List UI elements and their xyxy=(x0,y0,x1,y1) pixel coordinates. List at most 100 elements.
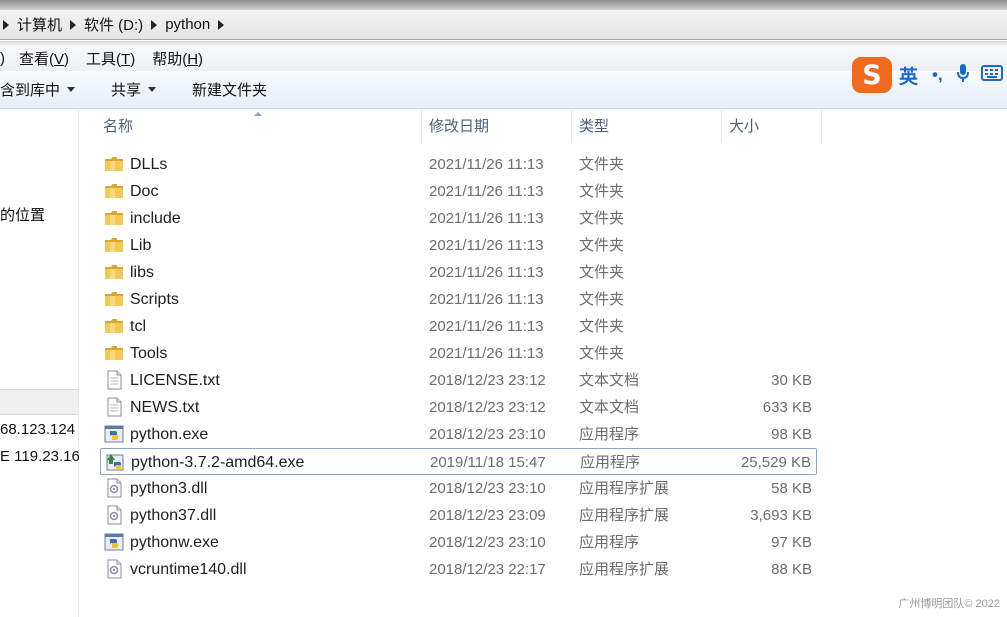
file-name[interactable]: include xyxy=(130,205,181,232)
file-row[interactable]: python3.dll 2018/12/23 23:10 应用程序扩展 58 KB xyxy=(100,475,817,502)
folder-icon xyxy=(104,289,124,309)
address-bar[interactable]: 计算机 软件 (D:) python xyxy=(0,10,1007,40)
column-header-row: 名称 修改日期 类型 大小 xyxy=(80,110,1007,143)
share-button[interactable]: 共享 xyxy=(111,79,157,100)
breadcrumb-computer[interactable]: 计算机 xyxy=(17,14,62,35)
folder-icon xyxy=(104,235,124,255)
file-type: 文本文档 xyxy=(579,372,640,389)
column-divider[interactable] xyxy=(571,110,572,143)
file-name[interactable]: tcl xyxy=(130,313,146,340)
keyboard-icon[interactable] xyxy=(980,65,1003,85)
column-header-type[interactable]: 类型 xyxy=(579,110,609,143)
include-in-library-button[interactable]: 含到库中 xyxy=(0,79,76,100)
column-header-modified[interactable]: 修改日期 xyxy=(429,110,489,143)
file-name[interactable]: pythonw.exe xyxy=(130,529,219,556)
file-name[interactable]: python37.dll xyxy=(130,502,216,529)
file-row[interactable]: python37.dll 2018/12/23 23:09 应用程序扩展 3,693 … xyxy=(100,502,817,529)
ime-language-toggle[interactable]: 英 xyxy=(899,62,918,89)
folder-icon xyxy=(104,343,124,363)
file-size: 25,529 KB xyxy=(740,454,811,471)
chevron-down-icon xyxy=(148,87,157,92)
folder-icon xyxy=(104,208,124,228)
text-file-icon xyxy=(104,397,124,417)
file-size: 3,693 KB xyxy=(750,507,812,524)
file-name[interactable]: python3.dll xyxy=(130,475,207,502)
file-type: 应用程序扩展 xyxy=(579,561,670,578)
file-row[interactable]: NEWS.txt 2018/12/23 23:12 文本文档 633 KB xyxy=(100,394,817,421)
file-type: 文本文档 xyxy=(579,399,640,416)
breadcrumb-drive[interactable]: 软件 (D:) xyxy=(84,14,143,35)
breadcrumb-arrow-icon[interactable] xyxy=(218,19,225,30)
column-header-name[interactable]: 名称 xyxy=(103,110,133,143)
file-size: 97 KB xyxy=(771,534,812,551)
nav-section-divider xyxy=(0,389,78,415)
file-row-selected[interactable]: python-3.7.2-amd64.exe 2019/11/18 15:47 应用… xyxy=(100,448,817,475)
file-type: 应用程序扩展 xyxy=(579,480,670,497)
column-divider[interactable] xyxy=(421,110,422,143)
file-row[interactable]: tcl 2021/11/26 11:13 文件夹 xyxy=(100,313,817,340)
file-size: 88 KB xyxy=(771,561,812,578)
file-type: 文件夹 xyxy=(579,210,625,227)
nav-item-location[interactable]: 的位置 xyxy=(0,204,79,225)
file-row[interactable]: DLLs 2021/11/26 11:13 文件夹 xyxy=(100,151,817,178)
file-name[interactable]: Doc xyxy=(130,178,158,205)
dll-icon xyxy=(104,559,124,579)
menu-item-tools[interactable]: 工具(T) xyxy=(86,48,135,69)
python-exe-icon xyxy=(104,532,124,552)
breadcrumb-arrow-icon[interactable] xyxy=(70,19,77,30)
menu-item-help[interactable]: 帮助(H) xyxy=(152,48,203,69)
file-size: 98 KB xyxy=(771,426,812,443)
column-header-size[interactable]: 大小 xyxy=(729,110,759,143)
folder-icon xyxy=(104,154,124,174)
file-row[interactable]: LICENSE.txt 2018/12/23 23:12 文本文档 30 KB xyxy=(100,367,817,394)
file-modified: 2021/11/26 11:13 xyxy=(429,291,544,308)
file-row[interactable]: Tools 2021/11/26 11:13 文件夹 xyxy=(100,340,817,367)
file-modified: 2019/11/18 15:47 xyxy=(430,454,546,471)
file-modified: 2018/12/23 23:12 xyxy=(429,399,546,416)
file-name[interactable]: python.exe xyxy=(130,421,208,448)
sogou-logo-icon[interactable]: S xyxy=(852,57,892,93)
column-divider[interactable] xyxy=(721,110,722,143)
file-row[interactable]: vcruntime140.dll 2018/12/23 22:17 应用程序扩展 88… xyxy=(100,556,817,583)
file-name[interactable]: Lib xyxy=(130,232,151,259)
file-type: 文件夹 xyxy=(579,237,625,254)
file-type: 应用程序 xyxy=(579,426,640,443)
file-modified: 2021/11/26 11:13 xyxy=(429,264,544,281)
file-name[interactable]: libs xyxy=(130,259,154,286)
breadcrumb-arrow-icon[interactable] xyxy=(151,19,158,30)
file-modified: 2021/11/26 11:13 xyxy=(429,210,544,227)
file-name[interactable]: vcruntime140.dll xyxy=(130,556,247,583)
file-size: 30 KB xyxy=(771,372,812,389)
nav-item-network-2[interactable]: E 119.23.16 xyxy=(0,448,79,465)
breadcrumb-arrow-icon[interactable] xyxy=(3,19,9,30)
menu-item-view[interactable]: 查看(V) xyxy=(19,48,69,69)
breadcrumb-folder[interactable]: python xyxy=(165,16,210,33)
nav-item-network-1[interactable]: 68.123.124 xyxy=(0,421,79,438)
file-row[interactable]: Scripts 2021/11/26 11:13 文件夹 xyxy=(100,286,817,313)
navigation-pane[interactable]: 的位置 68.123.124 E 119.23.16 xyxy=(0,110,79,617)
file-name[interactable]: NEWS.txt xyxy=(130,394,199,421)
new-folder-label: 新建文件夹 xyxy=(192,82,268,99)
column-divider[interactable] xyxy=(821,110,822,143)
text-file-icon xyxy=(104,370,124,390)
file-row[interactable]: pythonw.exe 2018/12/23 23:10 应用程序 97 KB xyxy=(100,529,817,556)
file-row[interactable]: include 2021/11/26 11:13 文件夹 xyxy=(100,205,817,232)
file-name[interactable]: DLLs xyxy=(130,151,167,178)
microphone-icon[interactable] xyxy=(956,63,970,87)
file-type: 文件夹 xyxy=(579,318,625,335)
menu-item-edit-tail[interactable]: ) xyxy=(0,50,5,67)
file-name[interactable]: Tools xyxy=(130,340,167,367)
file-modified: 2018/12/23 22:17 xyxy=(429,561,546,578)
file-name[interactable]: python-3.7.2-amd64.exe xyxy=(131,449,304,476)
dll-icon xyxy=(104,478,124,498)
file-row[interactable]: Lib 2021/11/26 11:13 文件夹 xyxy=(100,232,817,259)
new-folder-button[interactable]: 新建文件夹 xyxy=(192,79,267,100)
file-row[interactable]: Doc 2021/11/26 11:13 文件夹 xyxy=(100,178,817,205)
file-modified: 2021/11/26 11:13 xyxy=(429,237,544,254)
file-row[interactable]: python.exe 2018/12/23 23:10 应用程序 98 KB xyxy=(100,421,817,448)
file-name[interactable]: LICENSE.txt xyxy=(130,367,220,394)
file-name[interactable]: Scripts xyxy=(130,286,179,313)
ime-punctuation-toggle[interactable]: •, xyxy=(932,65,943,85)
file-modified: 2018/12/23 23:10 xyxy=(429,426,546,443)
file-row[interactable]: libs 2021/11/26 11:13 文件夹 xyxy=(100,259,817,286)
